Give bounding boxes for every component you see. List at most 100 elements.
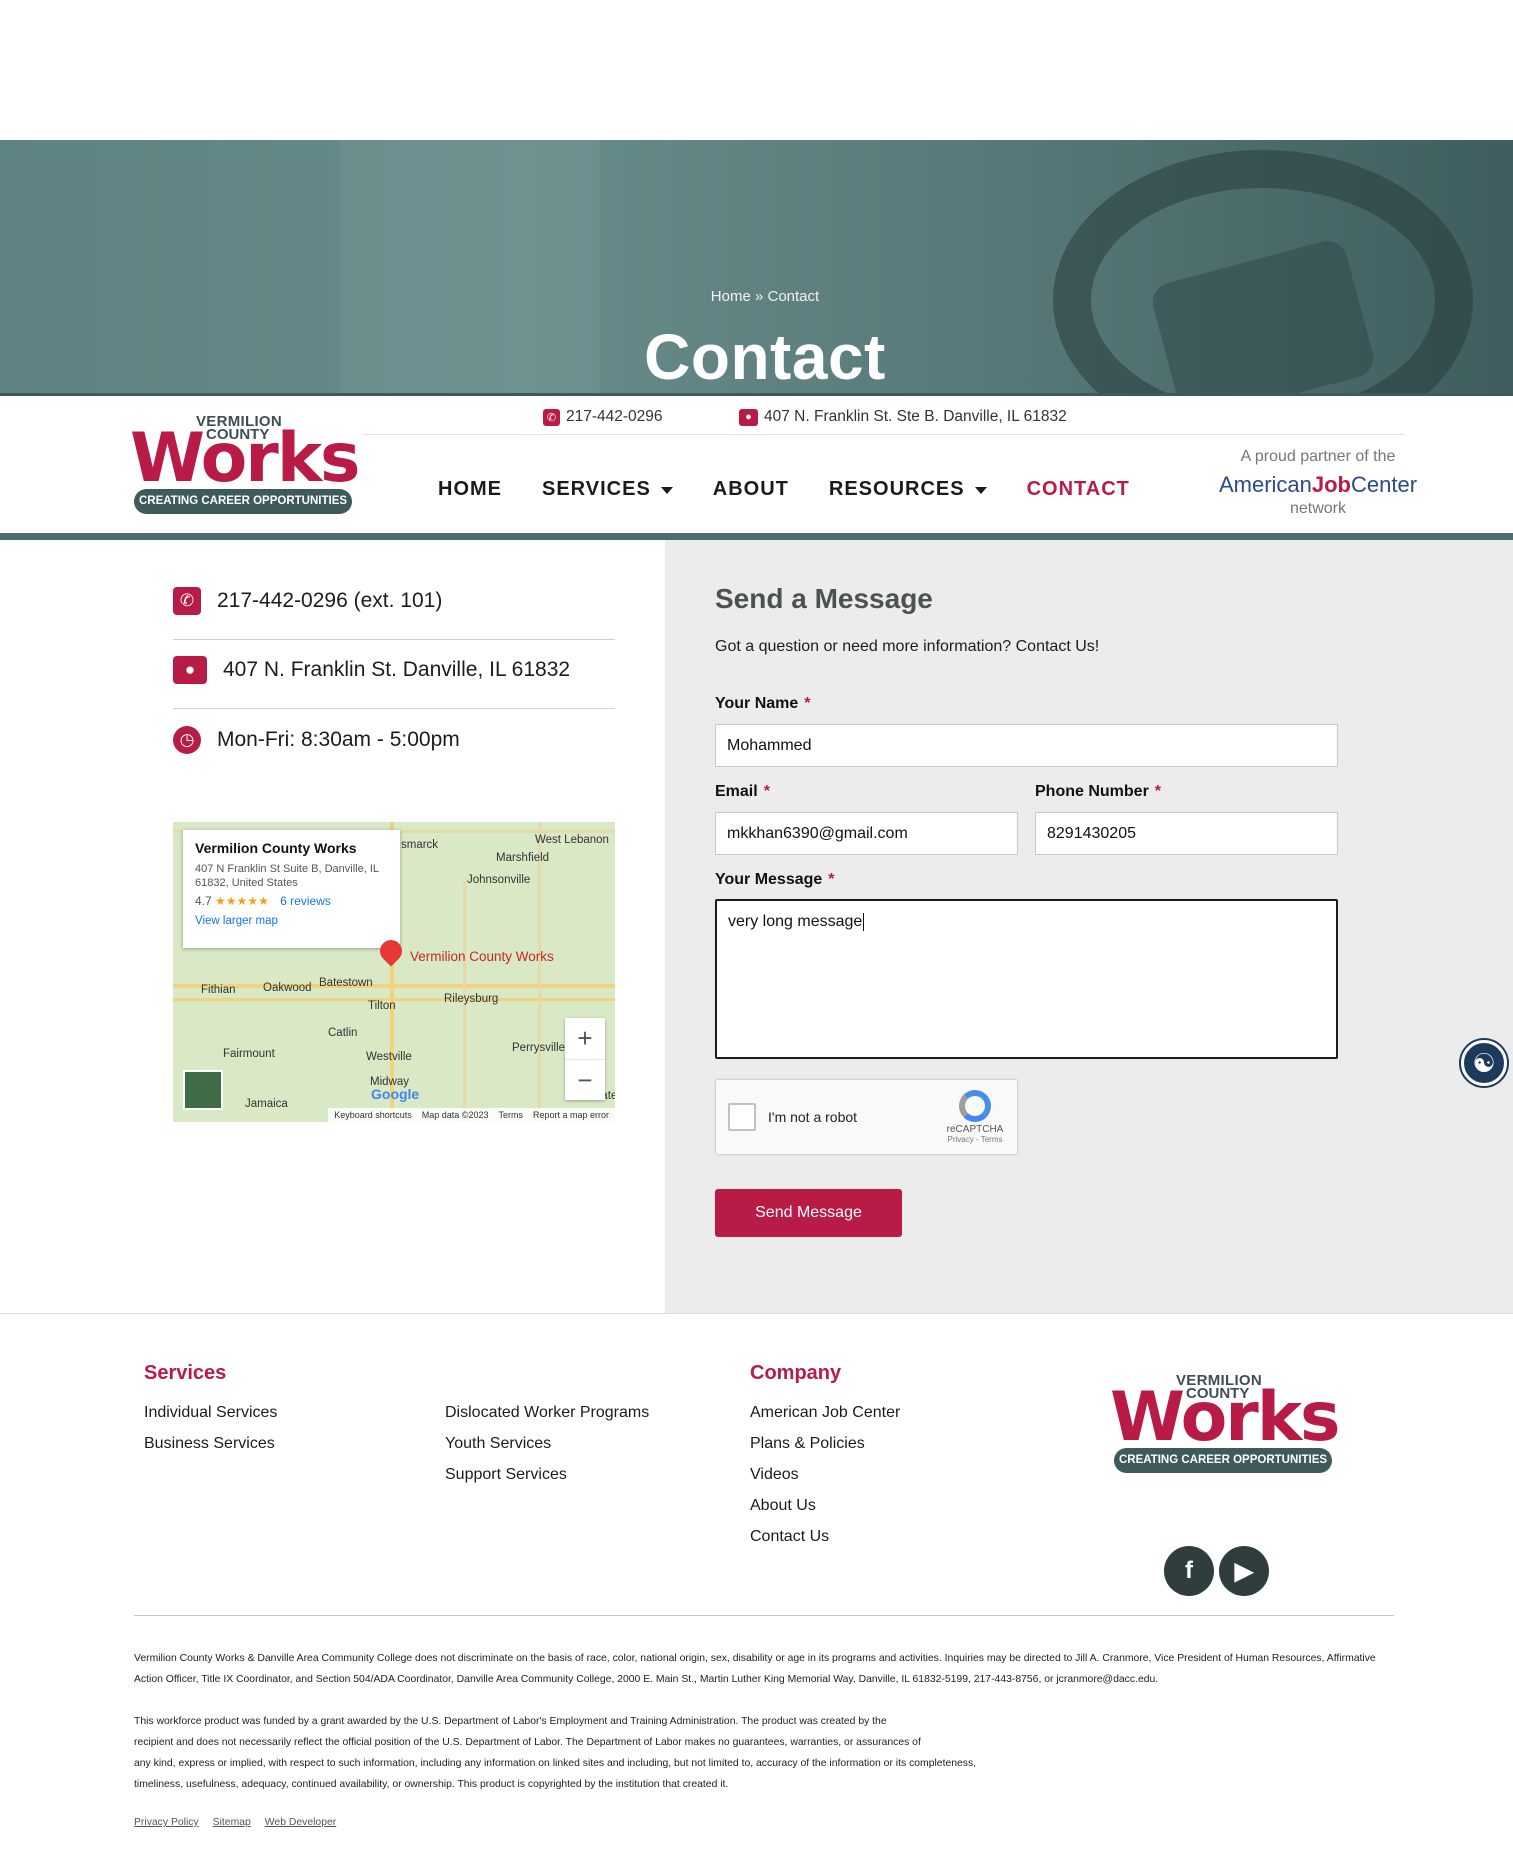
clock-icon: ◷	[173, 726, 201, 754]
recaptcha-checkbox[interactable]	[728, 1103, 756, 1131]
satellite-toggle-button[interactable]	[183, 1070, 223, 1110]
contact-hours: ◷ Mon-Fri: 8:30am - 5:00pm	[173, 726, 615, 754]
send-message-button[interactable]: Send Message	[715, 1189, 902, 1237]
nav-about[interactable]: ABOUT	[713, 478, 789, 501]
footer-logo[interactable]: VERMILION COUNTY Works CREATING CAREER O…	[1110, 1372, 1341, 1477]
nav-services[interactable]: SERVICES	[542, 478, 673, 501]
site-header: VERMILION COUNTY Works CREATING CAREER O…	[0, 393, 1513, 540]
required-asterisk: *	[763, 783, 770, 800]
footer-link[interactable]: Dislocated Worker Programs	[445, 1404, 649, 1422]
footer-link[interactable]: About Us	[750, 1497, 816, 1515]
privacy-policy-link[interactable]: Privacy Policy	[134, 1817, 199, 1828]
youtube-icon[interactable]: ▶	[1219, 1546, 1269, 1596]
map-town: Fairmount	[223, 1048, 275, 1060]
map-town: Johnsonville	[467, 874, 531, 886]
form-title: Send a Message	[715, 583, 933, 614]
map-town: Westville	[366, 1051, 412, 1063]
nav-resources-label: RESOURCES	[828, 478, 965, 500]
map-terms-link[interactable]: Terms	[498, 1110, 523, 1120]
recaptcha-logo: reCAPTCHA Privacy - Terms	[945, 1090, 1005, 1144]
name-input[interactable]: Mohammed	[715, 724, 1338, 767]
header-address[interactable]: ● 407 N. Franklin St. Ste B. Danville, I…	[739, 408, 1067, 426]
footer-link[interactable]: Support Services	[445, 1466, 567, 1484]
nav-contact-label: CONTACT	[1026, 478, 1130, 500]
breadcrumb-home-link[interactable]: Home	[711, 288, 751, 305]
map-town: Fithian	[201, 984, 236, 996]
recaptcha-icon	[959, 1090, 991, 1122]
footer-link[interactable]: American Job Center	[750, 1404, 900, 1422]
nav-services-label: SERVICES	[542, 478, 651, 500]
logo-works: Works	[130, 419, 361, 498]
logo-tagline: CREATING CAREER OPPORTUNITIES	[1114, 1448, 1332, 1473]
nav-home[interactable]: HOME	[438, 478, 502, 501]
message-textarea[interactable]: very long message	[715, 899, 1338, 1059]
footer-services-heading: Services	[144, 1362, 227, 1384]
ajc-job: Job	[1311, 472, 1351, 497]
facebook-icon[interactable]: f	[1164, 1546, 1214, 1596]
american-job-center-logo[interactable]: A proud partner of the AmericanJobCenter…	[1218, 448, 1418, 518]
disclaimer-line: This workforce product was funded by a g…	[134, 1716, 887, 1727]
star-rating-icon: ★★★★★	[215, 894, 269, 908]
header-phone-text: 217-442-0296	[566, 408, 663, 425]
view-larger-map-link[interactable]: View larger map	[195, 915, 388, 927]
map-marker-icon: ●	[173, 656, 207, 684]
footer-link[interactable]: Contact Us	[750, 1528, 829, 1546]
zoom-in-button[interactable]: +	[565, 1018, 605, 1059]
sitemap-link[interactable]: Sitemap	[213, 1817, 251, 1828]
map-town: Batestown	[319, 977, 373, 989]
footer-link[interactable]: Videos	[750, 1466, 799, 1484]
report-map-error-link[interactable]: Report a map error	[533, 1110, 609, 1120]
zoom-out-button[interactable]: −	[565, 1059, 605, 1100]
footer-link[interactable]: Business Services	[144, 1435, 275, 1453]
nav-resources[interactable]: RESOURCES	[829, 478, 987, 501]
email-label: Email *	[715, 783, 770, 801]
contact-address[interactable]: ● 407 N. Franklin St. Danville, IL 61832	[173, 656, 615, 684]
map-town: Jamaica	[245, 1098, 288, 1110]
recaptcha-label: I'm not a robot	[768, 1109, 858, 1125]
header-divider	[362, 434, 1405, 435]
name-label-text: Your Name	[715, 695, 799, 712]
footer-link[interactable]: Individual Services	[144, 1404, 277, 1422]
map-road	[173, 984, 615, 988]
message-label: Your Message *	[715, 871, 835, 889]
nav-about-label: ABOUT	[712, 478, 789, 500]
map-town: Perrysville	[512, 1042, 566, 1054]
phone-number-label: Phone Number *	[1035, 783, 1161, 801]
ajc-network: network	[1289, 500, 1347, 517]
footer-link[interactable]: Youth Services	[445, 1435, 551, 1453]
phone-input-value: 8291430205	[1047, 824, 1136, 842]
contact-phone-text: 217-442-0296 (ext. 101)	[217, 589, 443, 612]
phone-number-input[interactable]: 8291430205	[1035, 812, 1338, 855]
map-card-title: Vermilion County Works	[195, 840, 357, 856]
map-attribution: Keyboard shortcuts Map data ©2023 Terms …	[328, 1108, 615, 1122]
reviews-link[interactable]: 6 reviews	[280, 894, 331, 908]
form-subtitle: Got a question or need more information?…	[715, 638, 1100, 655]
map-card-address: 407 N Franklin St Suite B, Danville, IL …	[195, 862, 388, 890]
nav-contact[interactable]: CONTACT	[1027, 478, 1130, 501]
web-developer-link[interactable]: Web Developer	[265, 1817, 336, 1828]
ajc-american: American	[1218, 472, 1312, 497]
recaptcha-brand: reCAPTCHA	[946, 1124, 1004, 1135]
header-phone[interactable]: ✆ 217-442-0296	[543, 408, 663, 426]
map-card-rating: 4.7 ★★★★★ 6 reviews	[195, 894, 388, 908]
contact-phone[interactable]: ✆ 217-442-0296 (ext. 101)	[173, 587, 615, 615]
divider	[173, 708, 615, 709]
header-contact-bar: ✆ 217-442-0296 ● 407 N. Franklin St. Ste…	[363, 408, 1513, 430]
email-input[interactable]: mkkhan6390@gmail.com	[715, 812, 1018, 855]
name-input-value: Mohammed	[727, 736, 812, 754]
site-logo[interactable]: VERMILION COUNTY Works CREATING CAREER O…	[130, 413, 361, 518]
recaptcha-privacy-terms[interactable]: Privacy - Terms	[945, 1135, 1005, 1144]
email-label-text: Email	[715, 783, 758, 800]
main-navigation: HOME SERVICES ABOUT RESOURCES CONTACT	[438, 478, 1130, 501]
footer-link[interactable]: Plans & Policies	[750, 1435, 865, 1453]
keyboard-shortcuts-link[interactable]: Keyboard shortcuts	[334, 1110, 412, 1120]
google-map[interactable]: West Lebanon Marshfield Johnsonville sma…	[173, 822, 615, 1122]
breadcrumb: Home » Contact	[0, 288, 1513, 305]
map-pin-label[interactable]: Vermilion County Works	[410, 949, 554, 964]
accessibility-icon[interactable]: ☯	[1461, 1040, 1507, 1086]
map-data-text: Map data ©2023	[421, 1110, 489, 1120]
google-logo: Google	[371, 1086, 420, 1102]
footer-bottom-links: Privacy Policy Sitemap Web Developer	[134, 1817, 336, 1828]
map-town: Catlin	[328, 1027, 358, 1039]
footer-divider	[134, 1615, 1394, 1616]
